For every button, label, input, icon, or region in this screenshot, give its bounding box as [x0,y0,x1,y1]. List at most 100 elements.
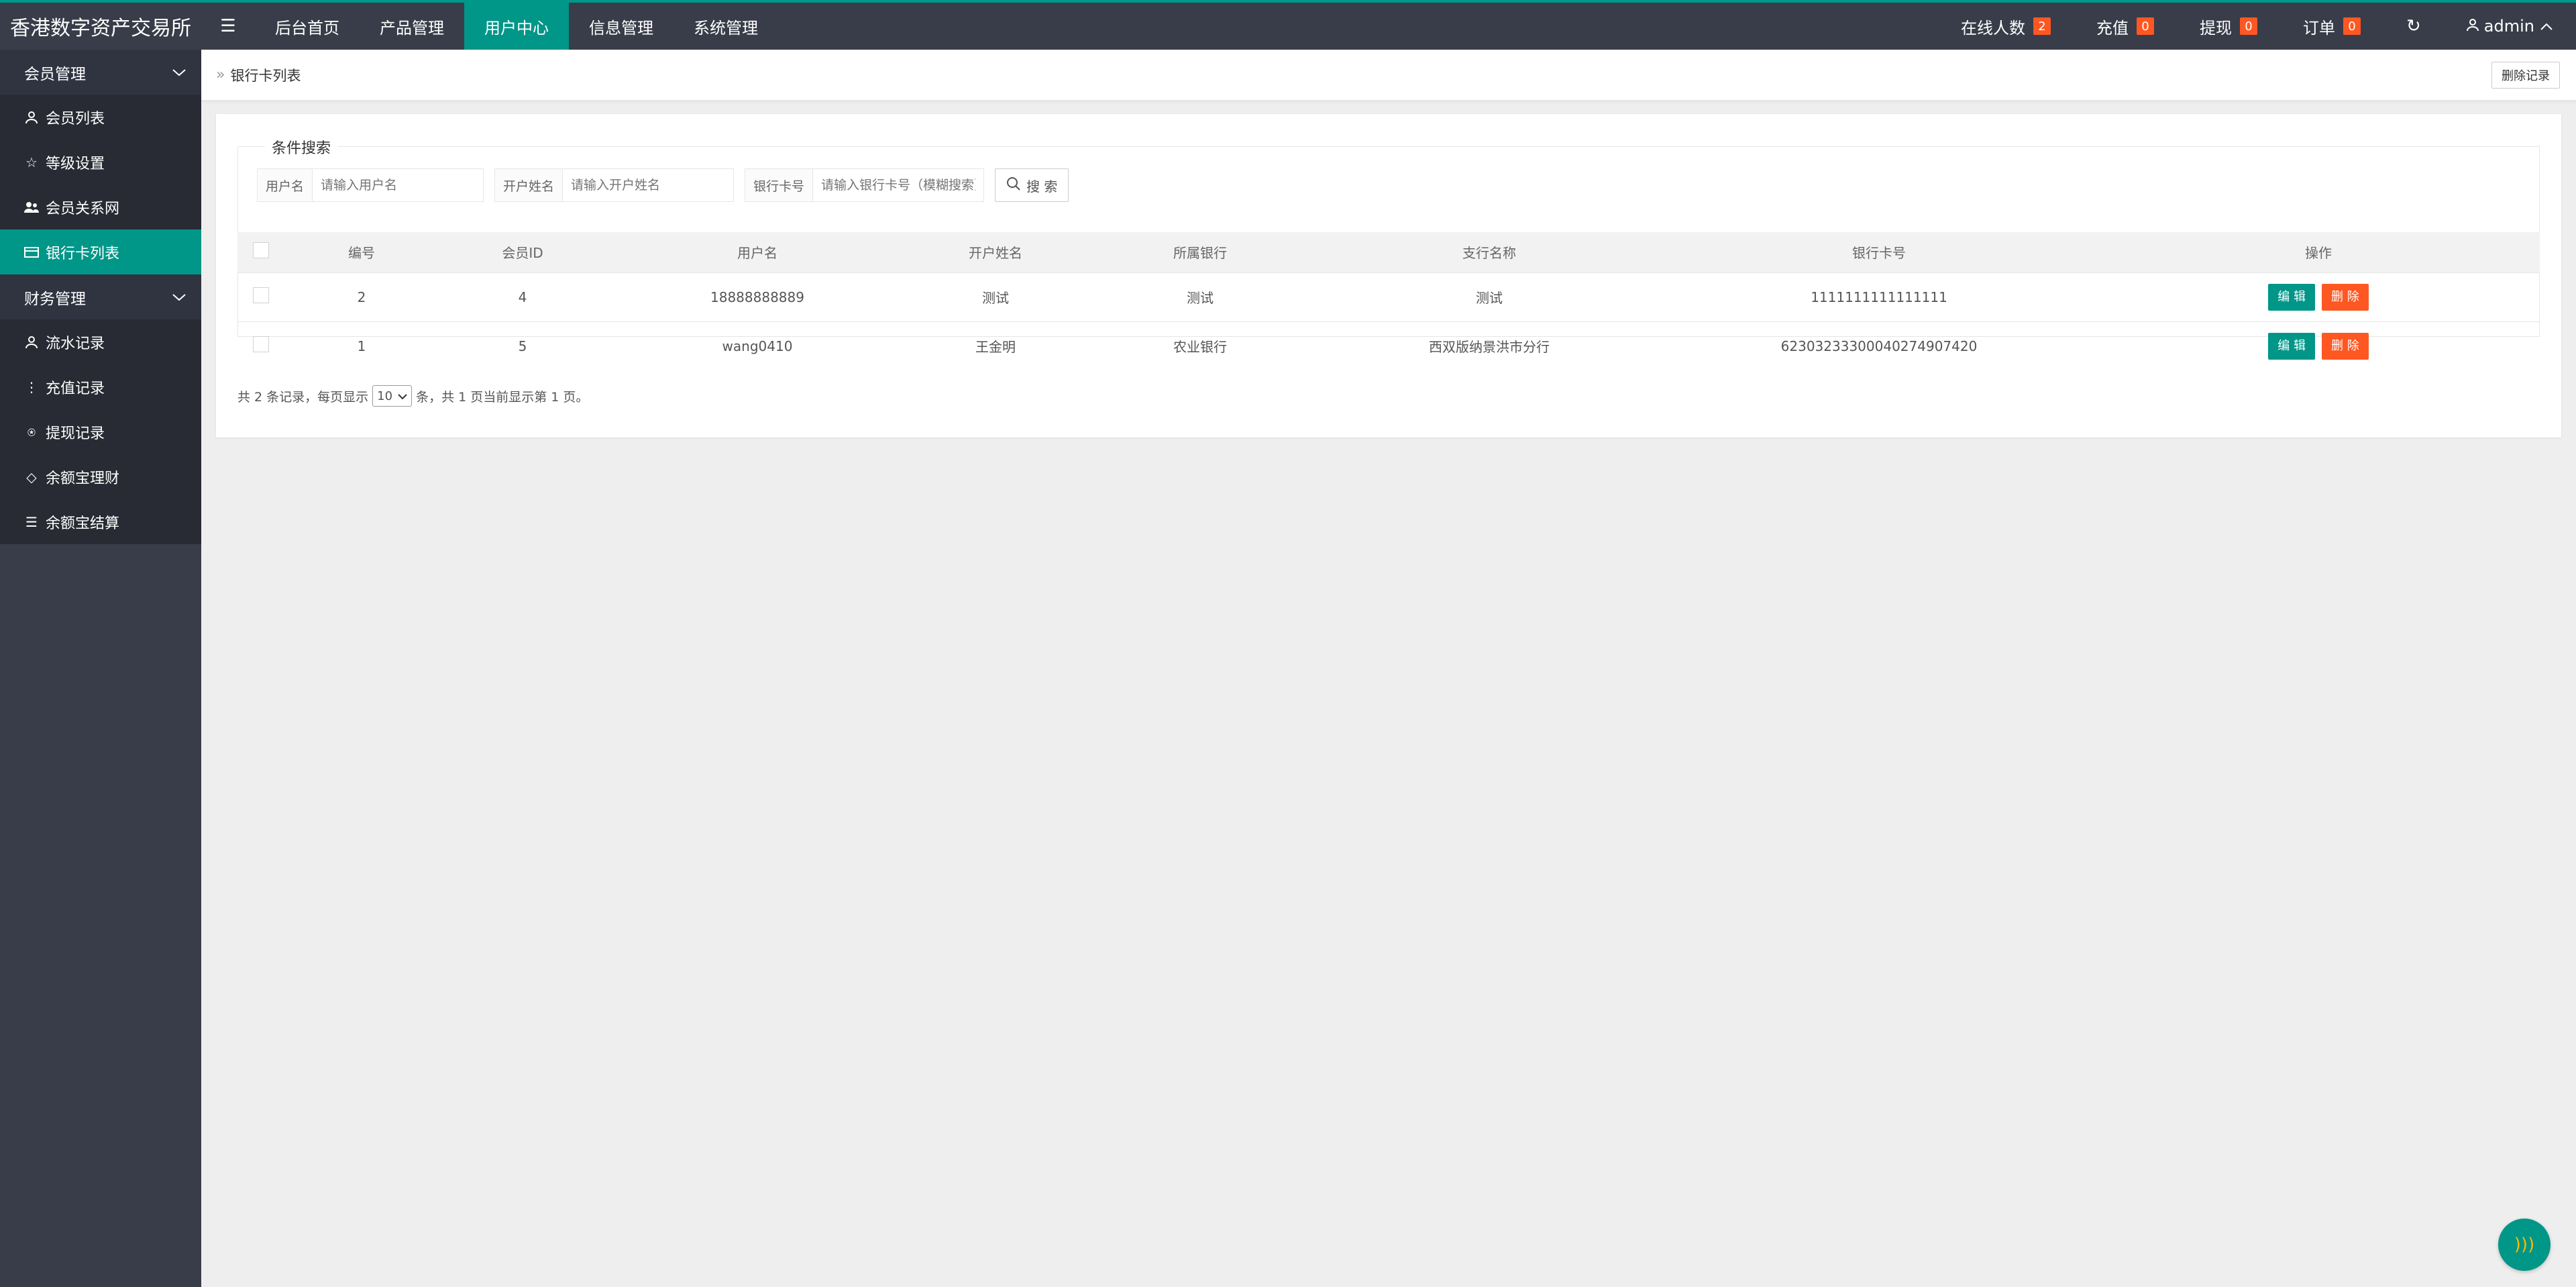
col-id: 编号 [284,232,439,272]
cell-bank: 农业银行 [1083,321,1318,370]
sidebar-item-recharge-records[interactable]: ⋮ 充值记录 [0,364,201,409]
top-header: 香港数字资产交易所 ☰ 后台首页 产品管理 用户中心 信息管理 系统管理 在线人… [0,0,2576,50]
coin-icon: ⍟ [28,423,36,440]
sidebar-item-label: 银行卡列表 [46,245,120,262]
sound-icon: ))) [2514,1235,2535,1255]
recharge-notice[interactable]: 充值 0 [2074,3,2177,50]
card-number-label: 银行卡号 [745,169,814,201]
sidebar-group-member[interactable]: 会员管理 [0,50,201,95]
col-username: 用户名 [606,232,908,272]
list-icon: ☰ [25,513,38,530]
nav-home[interactable]: 后台首页 [255,3,360,50]
user-name: admin [2483,17,2534,36]
col-branch: 支行名称 [1318,232,1661,272]
withdraw-notice[interactable]: 提现 0 [2177,3,2280,50]
edit-button[interactable]: 编 辑 [2268,283,2315,311]
sidebar-item-label: 提现记录 [46,425,105,442]
sidebar-item-level-settings[interactable]: ☆ 等级设置 [0,140,201,185]
sidebar-group-finance[interactable]: 财务管理 [0,274,201,319]
nav-system[interactable]: 系统管理 [674,3,778,50]
sidebar-item-label: 充值记录 [46,380,105,397]
sidebar-item-member-network[interactable]: 会员关系网 [0,185,201,229]
sidebar-item-label: 会员列表 [46,110,105,127]
user-menu[interactable]: admin [2444,3,2576,50]
withdraw-badge: 0 [2240,17,2257,35]
cell-actions: 编 辑删 除 [2097,321,2540,370]
row-checkbox[interactable] [253,336,269,353]
app-logo[interactable]: 香港数字资产交易所 [0,3,201,50]
edit-button[interactable]: 编 辑 [2268,332,2315,360]
content-panel: 条件搜索 用户名 开户姓名 银行卡号 搜 索 编号 [216,114,2561,437]
breadcrumb: » 银行卡列表 删除记录 [201,50,2576,101]
cell-account-name: 王金明 [908,321,1083,370]
cell-branch: 测试 [1318,272,1661,321]
row-checkbox[interactable] [253,287,269,303]
search-button[interactable]: 搜 索 [995,168,1069,202]
sidebar-item-yuebao-settlement[interactable]: ☰ 余额宝结算 [0,499,201,544]
header-right: 在线人数 2 充值 0 提现 0 订单 0 ↻ admin [1938,3,2576,50]
account-name-input[interactable] [563,169,734,201]
recharge-label: 充值 [2096,18,2129,38]
username-search: 用户名 [257,168,484,202]
star-icon: ☆ [25,154,38,170]
select-all-cell [237,232,284,272]
nav-products[interactable]: 产品管理 [360,3,464,50]
cell-member-id: 5 [439,321,606,370]
col-account-name: 开户姓名 [908,232,1083,272]
sidebar-item-bank-cards[interactable]: 银行卡列表 [0,229,201,274]
sidebar-item-flow-records[interactable]: 流水记录 [0,319,201,364]
username-label: 用户名 [258,169,313,201]
online-users[interactable]: 在线人数 2 [1938,3,2074,50]
bank-card-table: 编号 会员ID 用户名 开户姓名 所属银行 支行名称 银行卡号 操作 2 4 1… [237,232,2540,370]
cell-bank: 测试 [1083,272,1318,321]
cell-branch: 西双版纳景洪市分行 [1318,321,1661,370]
refresh-icon: ↻ [2406,16,2421,36]
chevron-up-icon [2540,17,2553,36]
delete-button[interactable]: 删 除 [2322,332,2369,360]
cell-id: 2 [284,272,439,321]
row-select-cell [237,272,284,321]
floating-help-button[interactable]: ))) [2498,1219,2551,1271]
withdraw-label: 提现 [2200,18,2232,38]
table-header-row: 编号 会员ID 用户名 开户姓名 所属银行 支行名称 银行卡号 操作 [237,232,2540,272]
account-name-label: 开户姓名 [495,169,564,201]
double-chevron-right-icon: » [216,66,225,83]
sidebar-item-withdraw-records[interactable]: ⍟ 提现记录 [0,409,201,454]
user-icon [2466,17,2479,36]
col-member-id: 会员ID [439,232,606,272]
sidebar-group-label: 会员管理 [24,65,86,83]
delete-button[interactable]: 删 除 [2322,283,2369,311]
chevron-down-icon [398,389,407,403]
table-row: 2 4 18888888889 测试 测试 测试 111111111111111… [237,272,2540,321]
sidebar-item-yuebao-finance[interactable]: ◇ 余额宝理财 [0,454,201,499]
select-all-checkbox[interactable] [253,242,269,259]
pager-suffix: 条，共 1 页当前显示第 1 页。 [416,389,589,405]
sidebar-item-label: 余额宝结算 [46,515,120,532]
sidebar-item-label: 流水记录 [46,335,105,352]
page-size-select[interactable]: 10 [372,385,413,407]
page-title: 银行卡列表 [230,67,301,84]
cell-member-id: 4 [439,272,606,321]
search-legend: 条件搜索 [265,136,338,158]
pagination: 共 2 条记录，每页显示 10 条，共 1 页当前显示第 1 页。 [237,385,588,407]
delete-records-button[interactable]: 删除记录 [2491,62,2560,89]
refresh-button[interactable]: ↻ [2383,3,2444,50]
card-icon [24,246,39,258]
card-number-input[interactable] [813,169,984,201]
sidebar-item-member-list[interactable]: 会员列表 [0,95,201,140]
sidebar-group-label: 财务管理 [24,290,86,308]
cell-username: 18888888889 [606,272,908,321]
username-input[interactable] [313,169,484,201]
order-badge: 0 [2343,17,2361,35]
sidebar: 会员管理 会员列表 ☆ 等级设置 会员关系网 银行卡列表 财务管理 流水记录 ⋮… [0,50,201,1287]
user-icon [24,111,39,124]
col-actions: 操作 [2097,232,2540,272]
page-size-value: 10 [377,389,393,403]
menu-toggle-icon[interactable]: ☰ [201,3,255,50]
cell-account-name: 测试 [908,272,1083,321]
order-notice[interactable]: 订单 0 [2280,3,2383,50]
nav-user-center[interactable]: 用户中心 [464,3,569,50]
col-bank: 所属银行 [1083,232,1318,272]
row-select-cell [237,321,284,370]
nav-info[interactable]: 信息管理 [569,3,674,50]
